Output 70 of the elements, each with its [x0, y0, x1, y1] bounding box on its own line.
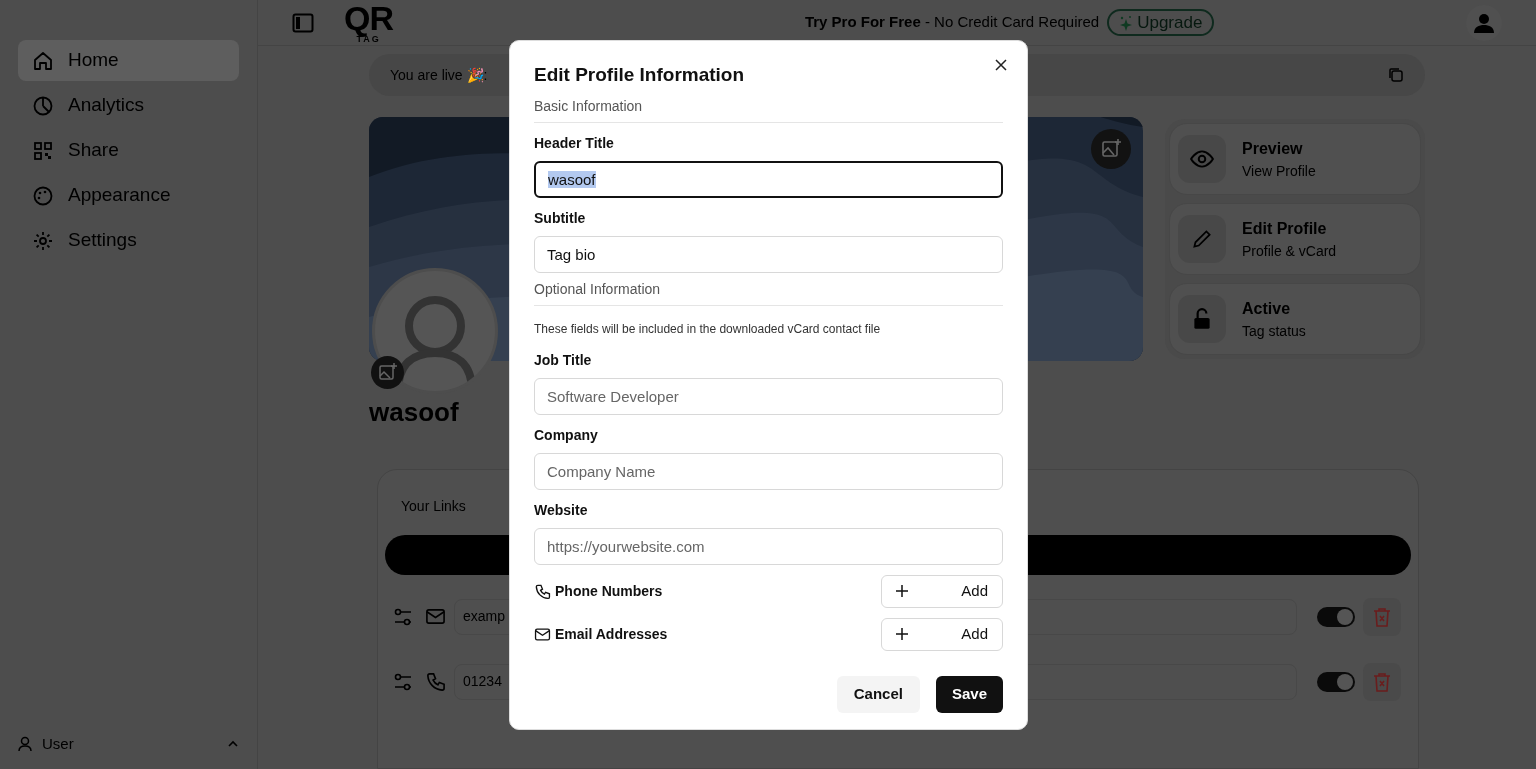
nav-item[interactable]: Analytics: [18, 85, 239, 126]
palette-icon: [32, 184, 54, 207]
chevron-up-icon[interactable]: [227, 739, 239, 748]
plus-icon: [896, 628, 908, 640]
text-field[interactable]: Tag bio: [534, 235, 1003, 273]
user-menu[interactable]: User: [18, 732, 74, 755]
nav-item[interactable]: Share: [18, 130, 239, 171]
add-image-icon[interactable]: [371, 356, 404, 389]
action-subtitle: Tag status: [1242, 321, 1306, 341]
field-label: Job Title: [534, 350, 593, 370]
phone-icon: [425, 671, 446, 692]
note-text: These fields will be included in the downloaded vCard contact file: [534, 321, 881, 336]
pencil-icon: [1190, 227, 1214, 251]
logo[interactable]: QR TAG: [344, 1, 394, 44]
action-subtitle: Profile & vCard: [1242, 241, 1337, 261]
text-field[interactable]: Software Developer: [534, 377, 1003, 415]
profile-name: wasoof: [369, 399, 460, 425]
field-label: Company: [534, 425, 599, 445]
list-label: Email Addresses: [555, 624, 668, 644]
nav-item[interactable]: Appearance: [18, 175, 239, 216]
text-field[interactable]: https://yourwebsite.com: [534, 527, 1003, 565]
dialog-title: Edit Profile Information: [534, 63, 745, 87]
phone-icon: [534, 582, 551, 600]
envelope-icon: [534, 625, 551, 643]
envelope-icon: [425, 606, 446, 627]
section-heading: Basic Information: [534, 97, 643, 114]
home-icon: [32, 49, 54, 72]
trash-icon: [1373, 606, 1391, 627]
live-label: You are live 🎉:: [390, 65, 488, 85]
settings-icon: [32, 229, 54, 252]
action-title: Active: [1242, 298, 1291, 319]
close-icon[interactable]: [995, 59, 1007, 71]
cancel-button[interactable]: Cancel: [836, 676, 920, 713]
sliders-icon[interactable]: [393, 672, 413, 691]
delete-button[interactable]: [1363, 597, 1401, 636]
sparkle-icon: [1119, 14, 1134, 31]
text-field[interactable]: wasoof: [534, 160, 1003, 198]
nav-item[interactable]: Home: [18, 40, 239, 81]
chart-icon: [32, 94, 54, 117]
action-title: Preview: [1242, 138, 1303, 159]
toggle-switch[interactable]: [1317, 606, 1355, 627]
eye-icon: [1190, 147, 1214, 171]
promo-text: Try Pro For Free - No Credit Card Required: [804, 12, 1100, 33]
add-image-icon[interactable]: [1091, 129, 1131, 169]
copy-icon[interactable]: [1388, 67, 1404, 83]
field-label: Subtitle: [534, 208, 587, 228]
nav-item[interactable]: Settings: [18, 220, 239, 261]
add-button[interactable]: Add: [881, 574, 1003, 608]
delete-button[interactable]: [1363, 662, 1401, 701]
plus-icon: [896, 585, 908, 597]
save-button[interactable]: Save: [935, 676, 1003, 713]
field-label: Website: [534, 500, 589, 520]
text-field[interactable]: Company Name: [534, 452, 1003, 490]
trash-icon: [1373, 671, 1391, 692]
sliders-icon[interactable]: [393, 607, 413, 626]
action-subtitle: View Profile: [1242, 161, 1316, 181]
section-heading: Optional Information: [534, 280, 661, 297]
action-card[interactable]: Edit Profile Profile & vCard: [1169, 203, 1421, 275]
action-title: Edit Profile: [1242, 218, 1327, 239]
toggle-switch[interactable]: [1317, 671, 1355, 692]
sidebar-toggle-icon[interactable]: [292, 12, 314, 33]
field-label: Header Title: [534, 133, 615, 153]
list-label: Phone Numbers: [555, 581, 663, 601]
action-card[interactable]: Preview View Profile: [1169, 123, 1421, 195]
links-title: Your Links: [401, 497, 466, 516]
action-card[interactable]: Active Tag status: [1169, 283, 1421, 355]
add-button[interactable]: Add: [881, 617, 1003, 651]
upgrade-button[interactable]: Upgrade: [1107, 9, 1215, 36]
qr-code-icon: [32, 139, 54, 162]
user-icon: [18, 735, 32, 752]
